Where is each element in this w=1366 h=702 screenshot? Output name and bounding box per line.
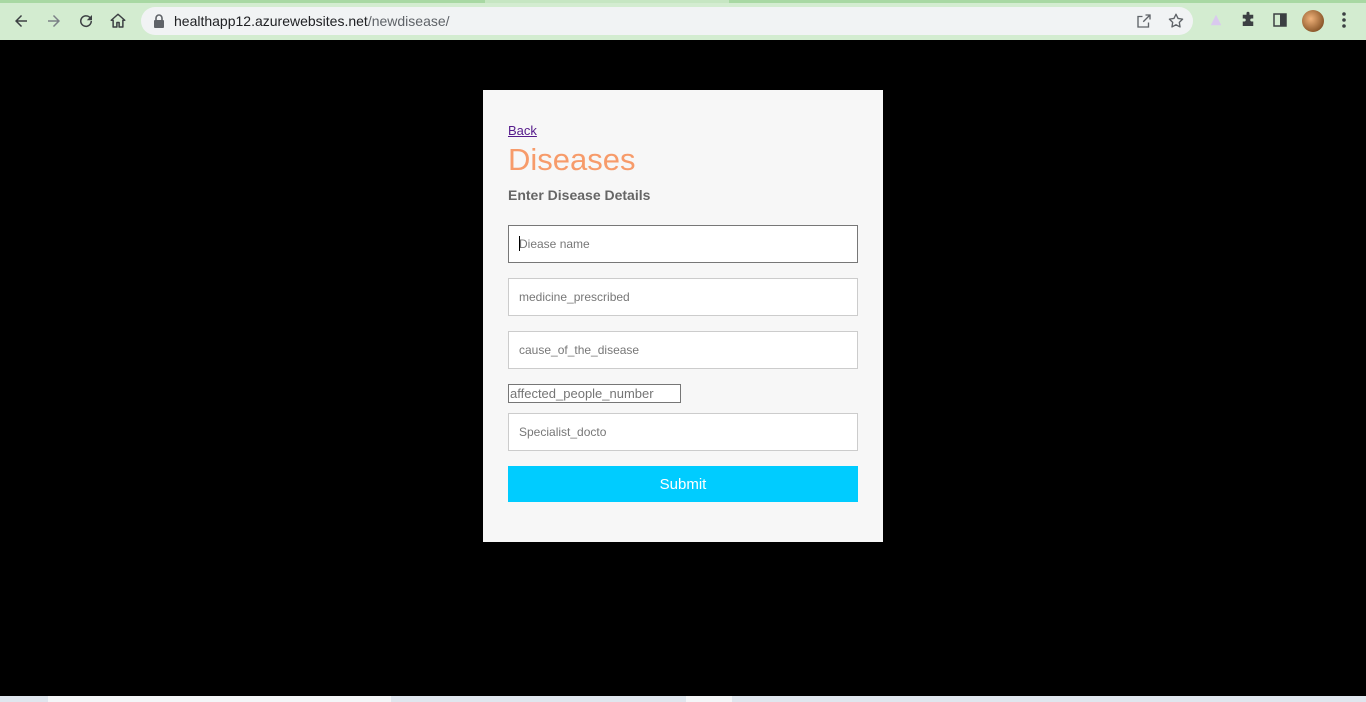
address-bar[interactable]: healthapp12.azurewebsites.net/newdisease…: [141, 7, 1193, 35]
specialist-doctor-input[interactable]: [508, 413, 858, 451]
bookmark-star-icon[interactable]: [1167, 12, 1185, 30]
page-background: Back Diseases Enter Disease Details Subm…: [0, 40, 1366, 696]
text-cursor: [519, 236, 520, 251]
extensions-puzzle-icon[interactable]: [1239, 11, 1257, 29]
reload-icon[interactable]: [73, 8, 99, 34]
affected-people-number-input[interactable]: [508, 384, 681, 403]
disease-name-input[interactable]: [508, 225, 858, 263]
submit-button[interactable]: Submit: [508, 466, 858, 502]
side-panel-icon[interactable]: [1271, 11, 1289, 29]
back-arrow-icon[interactable]: [8, 8, 34, 34]
share-icon[interactable]: [1135, 12, 1153, 30]
url-text[interactable]: healthapp12.azurewebsites.net/newdisease…: [174, 13, 450, 29]
cause-of-disease-input[interactable]: [508, 331, 858, 369]
taskbar-strip: [0, 696, 1366, 702]
extension-triangle-icon[interactable]: [1207, 11, 1225, 29]
home-icon[interactable]: [105, 8, 131, 34]
forward-arrow-icon[interactable]: [41, 8, 67, 34]
form-subtitle: Enter Disease Details: [508, 187, 651, 203]
back-link[interactable]: Back: [508, 123, 537, 138]
tab-strip-edge: [0, 0, 1366, 3]
disease-form-card: Back Diseases Enter Disease Details Subm…: [483, 90, 883, 542]
page-title: Diseases: [508, 142, 636, 177]
menu-kebab-icon[interactable]: [1340, 11, 1348, 29]
medicine-prescribed-input[interactable]: [508, 278, 858, 316]
browser-toolbar: healthapp12.azurewebsites.net/newdisease…: [0, 0, 1366, 40]
profile-avatar[interactable]: [1302, 10, 1324, 32]
lock-icon: [154, 14, 164, 28]
